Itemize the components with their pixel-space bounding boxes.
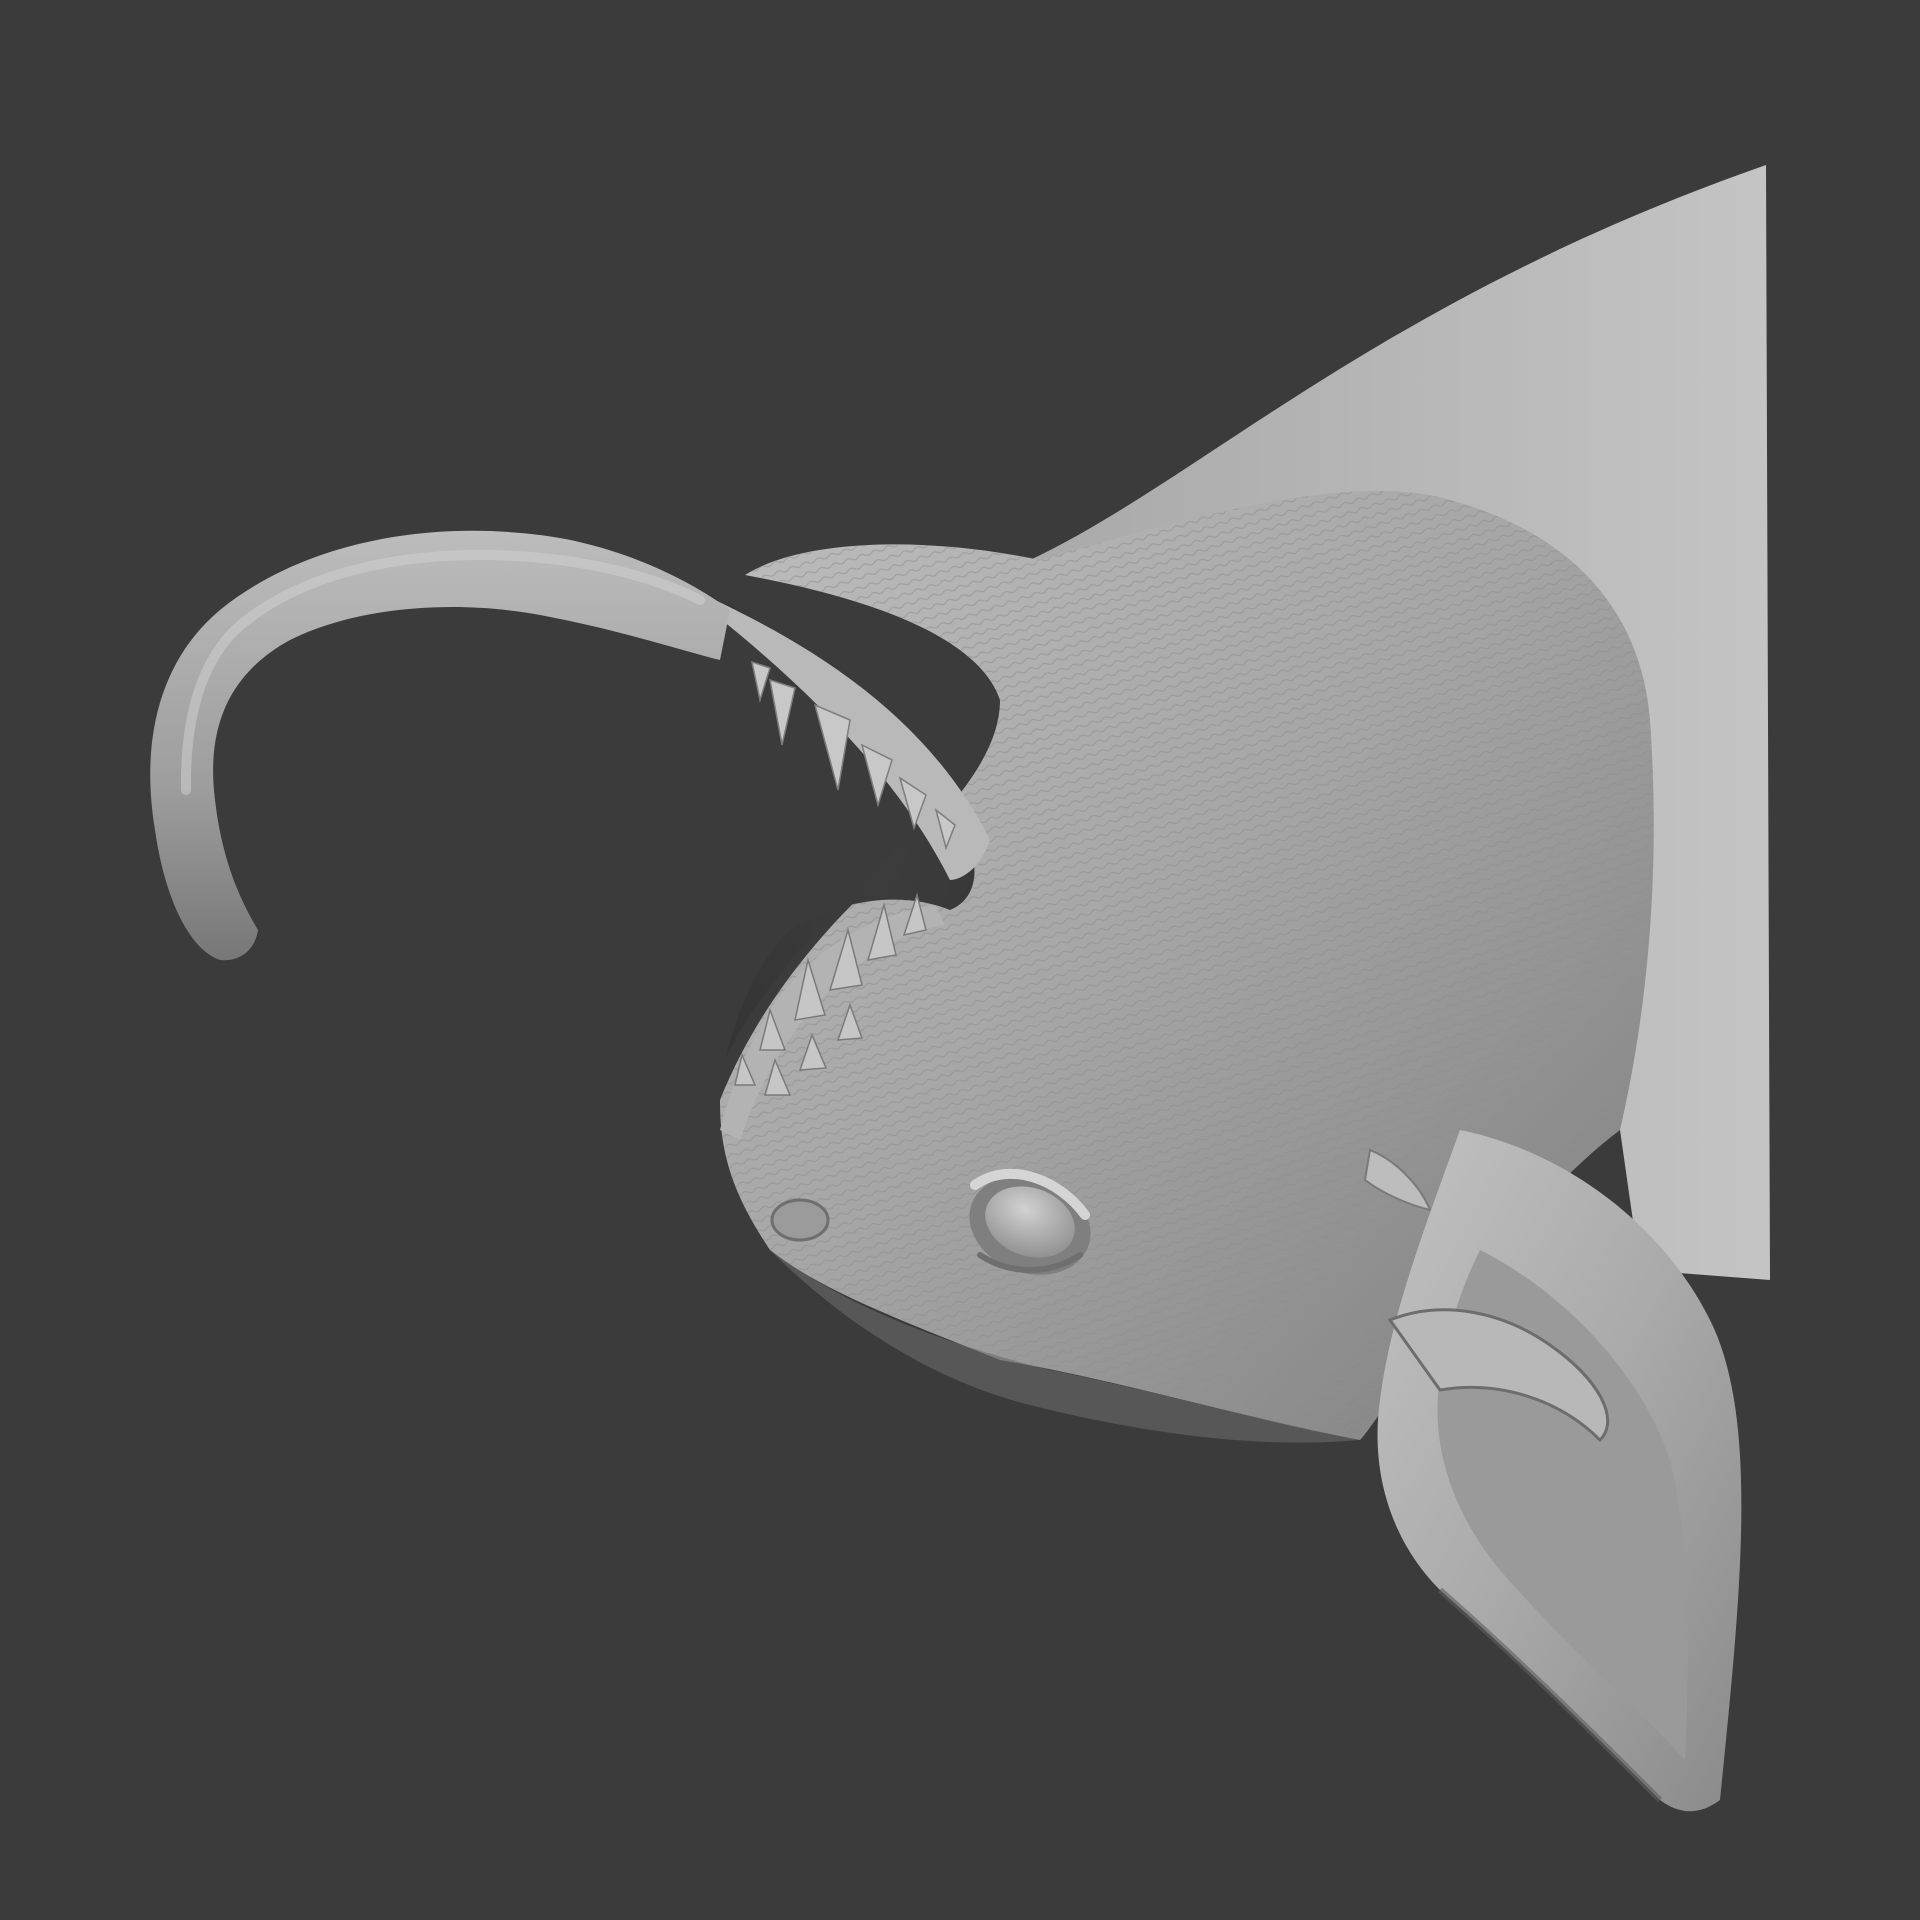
nostril (770, 1198, 830, 1242)
tongue (150, 530, 730, 961)
sculpt-render (150, 165, 1770, 1812)
3d-viewport[interactable] (0, 0, 1920, 1920)
